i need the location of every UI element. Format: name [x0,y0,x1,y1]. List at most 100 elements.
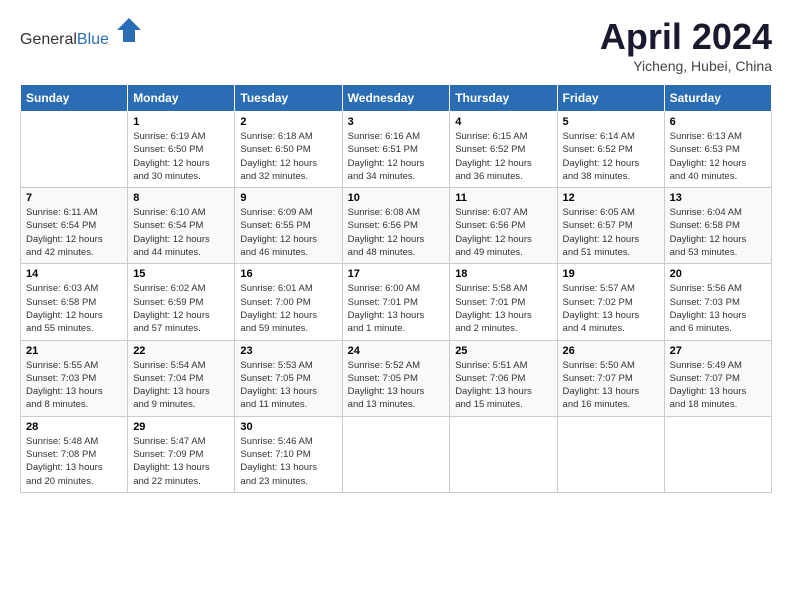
day-number: 26 [563,345,659,357]
calendar-header-cell: Sunday [21,85,128,112]
day-info: Sunrise: 6:14 AM Sunset: 6:52 PM Dayligh… [563,130,659,183]
day-info: Sunrise: 5:47 AM Sunset: 7:09 PM Dayligh… [133,435,229,488]
calendar-header-cell: Tuesday [235,85,342,112]
calendar-day-cell: 14Sunrise: 6:03 AM Sunset: 6:58 PM Dayli… [21,264,128,340]
calendar-day-cell: 7 Sunrise: 6:11 AM Sunset: 6:54 PM Daylig… [21,188,128,264]
page: GeneralBlue April 2024 Yicheng, Hubei, C… [0,0,792,503]
calendar-day-cell: 28 Sunrise: 5:48 AM Sunset: 7:08 PM Dayli… [21,416,128,492]
month-title: April 2024 [600,16,772,58]
day-number: 27 [670,345,766,357]
day-info: Sunrise: 5:52 AM Sunset: 7:05 PM Dayligh… [348,359,445,412]
logo-text: GeneralBlue [20,16,143,49]
day-number: 3 [348,116,445,128]
day-info: Sunrise: 6:09 AM Sunset: 6:55 PM Dayligh… [240,206,336,259]
day-number: 5 [563,116,659,128]
calendar-header-cell: Saturday [664,85,771,112]
day-info: Sunrise: 6:15 AM Sunset: 6:52 PM Dayligh… [455,130,551,183]
day-number: 6 [670,116,766,128]
day-info: Sunrise: 6:18 AM Sunset: 6:50 PM Dayligh… [240,130,336,183]
day-info: Sunrise: 6:04 AM Sunset: 6:58 PM Dayligh… [670,206,766,259]
day-info: Sunrise: 6:07 AM Sunset: 6:56 PM Dayligh… [455,206,551,259]
day-info: Sunrise: 6:11 AM Sunset: 6:54 PM Dayligh… [26,206,122,259]
calendar-header-cell: Wednesday [342,85,450,112]
calendar-day-cell: 20Sunrise: 5:56 AM Sunset: 7:03 PM Dayli… [664,264,771,340]
calendar-day-cell: 5 Sunrise: 6:14 AM Sunset: 6:52 PM Daylig… [557,112,664,188]
calendar-day-cell: 29 Sunrise: 5:47 AM Sunset: 7:09 PM Dayli… [128,416,235,492]
day-number: 20 [670,268,766,280]
day-number: 24 [348,345,445,357]
day-number: 17 [348,268,445,280]
calendar-week-row: 1 Sunrise: 6:19 AM Sunset: 6:50 PM Daylig… [21,112,772,188]
day-info: Sunrise: 6:05 AM Sunset: 6:57 PM Dayligh… [563,206,659,259]
day-info: Sunrise: 5:48 AM Sunset: 7:08 PM Dayligh… [26,435,122,488]
header: GeneralBlue April 2024 Yicheng, Hubei, C… [20,16,772,74]
day-number: 19 [563,268,659,280]
calendar-day-cell: 24 Sunrise: 5:52 AM Sunset: 7:05 PM Dayli… [342,340,450,416]
calendar-header-cell: Thursday [450,85,557,112]
day-number: 13 [670,192,766,204]
day-info: Sunrise: 6:01 AM Sunset: 7:00 PM Dayligh… [240,282,336,335]
day-number: 11 [455,192,551,204]
calendar-day-cell: 18 Sunrise: 5:58 AM Sunset: 7:01 PM Dayli… [450,264,557,340]
calendar-day-cell [557,416,664,492]
day-info: Sunrise: 5:46 AM Sunset: 7:10 PM Dayligh… [240,435,336,488]
calendar-day-cell: 11 Sunrise: 6:07 AM Sunset: 6:56 PM Dayli… [450,188,557,264]
logo-icon [115,16,143,44]
calendar-day-cell: 2 Sunrise: 6:18 AM Sunset: 6:50 PM Daylig… [235,112,342,188]
day-number: 4 [455,116,551,128]
day-number: 22 [133,345,229,357]
day-number: 30 [240,421,336,433]
calendar-day-cell: 27 Sunrise: 5:49 AM Sunset: 7:07 PM Dayli… [664,340,771,416]
day-info: Sunrise: 5:58 AM Sunset: 7:01 PM Dayligh… [455,282,551,335]
calendar-week-row: 28 Sunrise: 5:48 AM Sunset: 7:08 PM Dayli… [21,416,772,492]
location-subtitle: Yicheng, Hubei, China [600,58,772,74]
calendar-day-cell [21,112,128,188]
day-number: 7 [26,192,122,204]
day-info: Sunrise: 6:13 AM Sunset: 6:53 PM Dayligh… [670,130,766,183]
calendar-day-cell: 4 Sunrise: 6:15 AM Sunset: 6:52 PM Daylig… [450,112,557,188]
calendar-header-cell: Friday [557,85,664,112]
logo: GeneralBlue [20,16,143,49]
day-number: 14 [26,268,122,280]
day-info: Sunrise: 6:00 AM Sunset: 7:01 PM Dayligh… [348,282,445,335]
calendar-day-cell [342,416,450,492]
calendar-day-cell: 1 Sunrise: 6:19 AM Sunset: 6:50 PM Daylig… [128,112,235,188]
day-number: 9 [240,192,336,204]
calendar-day-cell: 15 Sunrise: 6:02 AM Sunset: 6:59 PM Dayli… [128,264,235,340]
calendar-day-cell: 16Sunrise: 6:01 AM Sunset: 7:00 PM Dayli… [235,264,342,340]
calendar-day-cell: 22 Sunrise: 5:54 AM Sunset: 7:04 PM Dayli… [128,340,235,416]
calendar-day-cell: 25 Sunrise: 5:51 AM Sunset: 7:06 PM Dayli… [450,340,557,416]
day-number: 8 [133,192,229,204]
day-info: Sunrise: 6:02 AM Sunset: 6:59 PM Dayligh… [133,282,229,335]
logo-blue: Blue [77,31,109,48]
calendar-day-cell: 23Sunrise: 5:53 AM Sunset: 7:05 PM Dayli… [235,340,342,416]
day-number: 29 [133,421,229,433]
calendar-day-cell: 10Sunrise: 6:08 AM Sunset: 6:56 PM Dayli… [342,188,450,264]
day-number: 23 [240,345,336,357]
day-number: 25 [455,345,551,357]
calendar-week-row: 7 Sunrise: 6:11 AM Sunset: 6:54 PM Daylig… [21,188,772,264]
calendar-header-row: SundayMondayTuesdayWednesdayThursdayFrid… [21,85,772,112]
day-info: Sunrise: 6:19 AM Sunset: 6:50 PM Dayligh… [133,130,229,183]
calendar-day-cell: 26 Sunrise: 5:50 AM Sunset: 7:07 PM Dayli… [557,340,664,416]
day-number: 28 [26,421,122,433]
calendar-day-cell: 3Sunrise: 6:16 AM Sunset: 6:51 PM Daylig… [342,112,450,188]
calendar-day-cell: 13 Sunrise: 6:04 AM Sunset: 6:58 PM Dayli… [664,188,771,264]
calendar-day-cell: 8 Sunrise: 6:10 AM Sunset: 6:54 PM Daylig… [128,188,235,264]
calendar-day-cell: 19Sunrise: 5:57 AM Sunset: 7:02 PM Dayli… [557,264,664,340]
day-info: Sunrise: 5:49 AM Sunset: 7:07 PM Dayligh… [670,359,766,412]
day-number: 1 [133,116,229,128]
day-info: Sunrise: 5:50 AM Sunset: 7:07 PM Dayligh… [563,359,659,412]
calendar-table: SundayMondayTuesdayWednesdayThursdayFrid… [20,84,772,493]
title-area: April 2024 Yicheng, Hubei, China [600,16,772,74]
day-info: Sunrise: 6:10 AM Sunset: 6:54 PM Dayligh… [133,206,229,259]
calendar-day-cell: 17 Sunrise: 6:00 AM Sunset: 7:01 PM Dayli… [342,264,450,340]
logo-general: General [20,31,77,48]
day-info: Sunrise: 5:54 AM Sunset: 7:04 PM Dayligh… [133,359,229,412]
day-number: 15 [133,268,229,280]
day-info: Sunrise: 5:55 AM Sunset: 7:03 PM Dayligh… [26,359,122,412]
day-number: 18 [455,268,551,280]
day-number: 2 [240,116,336,128]
calendar-day-cell [664,416,771,492]
day-info: Sunrise: 5:51 AM Sunset: 7:06 PM Dayligh… [455,359,551,412]
